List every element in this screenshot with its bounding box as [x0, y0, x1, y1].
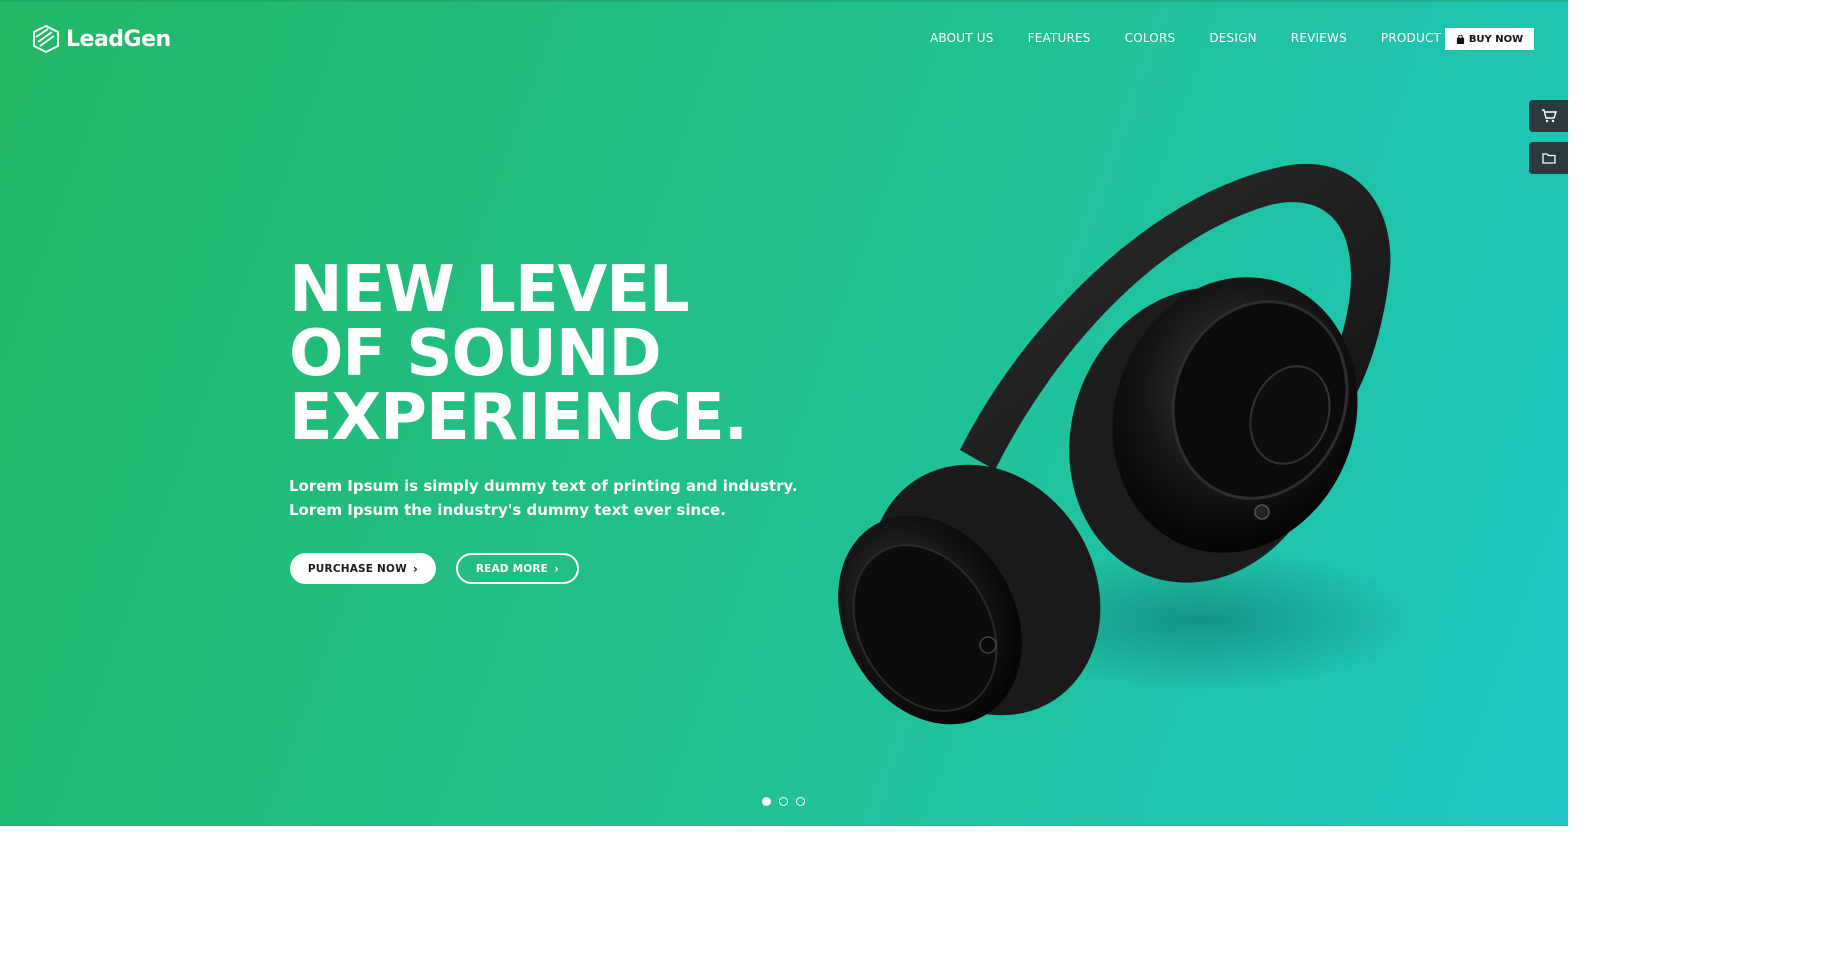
slider-dot-3[interactable]: [796, 797, 805, 806]
chevron-right-icon: ›: [412, 561, 419, 576]
side-tab-folder[interactable]: [1529, 142, 1568, 174]
purchase-now-button[interactable]: PURCHASE NOW ›: [290, 553, 436, 584]
headline-line-3: EXPERIENCE.: [289, 381, 748, 455]
hero-section: LeadGen ABOUT US FEATURES COLORS DESIGN …: [0, 0, 1568, 826]
side-tab-cart[interactable]: [1529, 100, 1568, 132]
nav-about-us[interactable]: ABOUT US: [930, 31, 994, 45]
read-more-button[interactable]: READ MORE ›: [456, 553, 579, 584]
slider-pagination: [762, 797, 805, 806]
cart-icon: [1541, 109, 1557, 123]
purchase-now-label: PURCHASE NOW: [307, 562, 407, 575]
headline-line-1: NEW LEVEL: [289, 253, 690, 327]
logo-icon: [33, 24, 59, 54]
chevron-right-icon: ›: [554, 561, 560, 576]
nav-design[interactable]: DESIGN: [1209, 31, 1256, 45]
subtext-line-2: Lorem Ipsum the industry's dummy text ev…: [289, 501, 726, 519]
read-more-label: READ MORE: [475, 562, 549, 575]
top-border: [0, 0, 1568, 2]
slider-dot-1[interactable]: [762, 797, 771, 806]
hero-headline: NEW LEVEL OF SOUND EXPERIENCE.: [289, 258, 809, 450]
main-nav: ABOUT US FEATURES COLORS DESIGN REVIEWS …: [930, 31, 1475, 45]
brand-logo[interactable]: LeadGen: [32, 24, 171, 54]
subtext-line-1: Lorem Ipsum is simply dummy text of prin…: [289, 477, 798, 495]
slider-dot-2[interactable]: [779, 797, 788, 806]
folder-icon: [1541, 153, 1556, 164]
headline-line-2: OF SOUND: [289, 317, 662, 391]
hero-subtext: Lorem Ipsum is simply dummy text of prin…: [289, 474, 809, 522]
headphones-image: [838, 163, 1420, 725]
nav-features[interactable]: FEATURES: [1028, 31, 1091, 45]
nav-reviews[interactable]: REVIEWS: [1291, 31, 1347, 45]
shopping-bag-icon: [1456, 34, 1464, 44]
nav-colors[interactable]: COLORS: [1125, 31, 1176, 45]
buy-now-button[interactable]: BUY NOW: [1445, 28, 1534, 50]
buy-now-label: BUY NOW: [1468, 33, 1524, 45]
nav-product[interactable]: PRODUCT: [1381, 31, 1441, 45]
brand-name: LeadGen: [66, 26, 171, 52]
